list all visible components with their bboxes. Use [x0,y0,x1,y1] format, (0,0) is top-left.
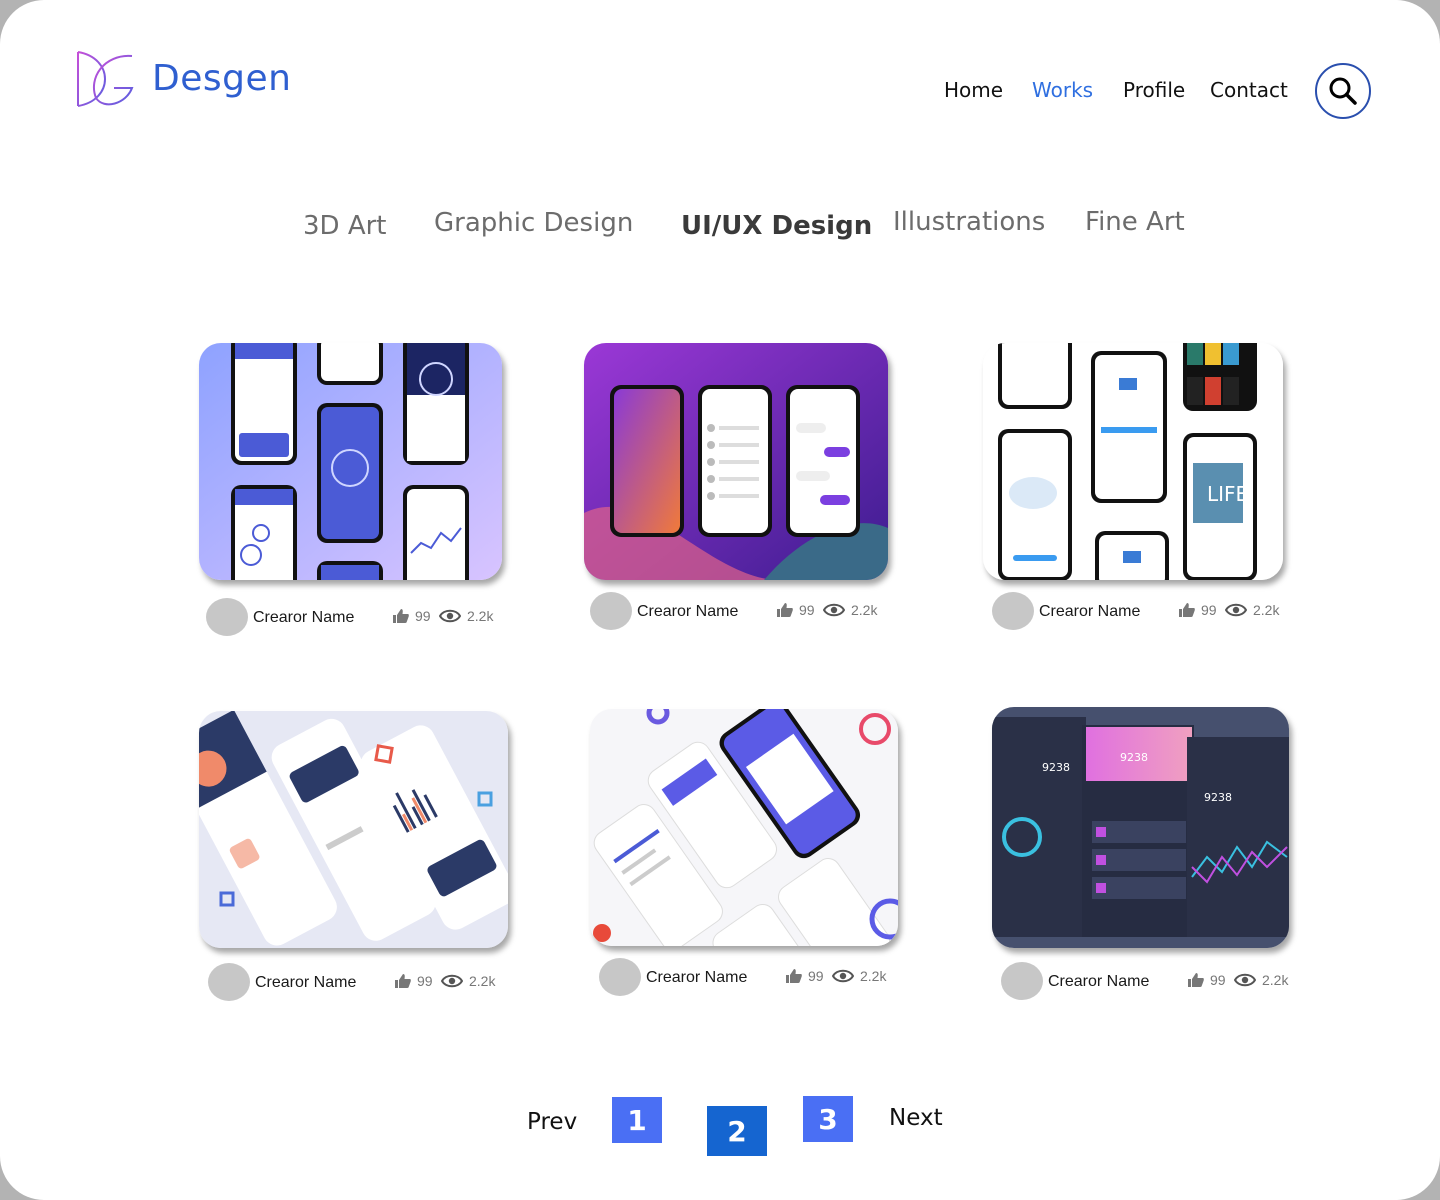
thumbs-up-icon [395,974,411,988]
avatar[interactable] [206,598,248,636]
avatar[interactable] [599,958,641,996]
page-2-button[interactable]: 2 [707,1106,767,1156]
likes-stat[interactable]: 99 [393,608,431,624]
creator-name[interactable]: Crearor Name [255,974,356,992]
tab-graphic-design[interactable]: Graphic Design [434,208,633,238]
page-1-button[interactable]: 1 [612,1097,662,1143]
card-meta: Crearor Name 99 2.2k [599,958,899,998]
avatar[interactable] [992,592,1034,630]
payment-cards-preview [199,711,508,948]
card-meta: Crearor Name 99 2.2k [208,963,508,1003]
prev-button[interactable]: Prev [527,1109,577,1135]
views-count: 2.2k [467,608,494,624]
views-stat: 2.2k [1234,972,1288,988]
card-thumbnail[interactable] [584,343,888,580]
thumbs-up-icon [777,603,793,617]
thumbs-up-icon [1188,973,1204,987]
card-thumbnail[interactable]: 9238 9238 9238 [992,707,1289,948]
avatar[interactable] [208,963,250,1001]
creator-name[interactable]: Crearor Name [1039,603,1140,621]
likes-stat[interactable]: 99 [786,968,824,984]
likes-stat[interactable]: 99 [777,602,815,618]
views-stat: 2.2k [439,608,493,624]
page-3-button[interactable]: 3 [803,1096,853,1142]
thumbs-up-icon [1179,603,1195,617]
eye-icon [441,974,463,988]
thumbs-up-icon [786,969,802,983]
card-meta: Crearor Name 99 2.2k [1001,962,1301,1002]
tab-fine-art[interactable]: Fine Art [1085,207,1185,237]
page-frame: Desgen Home Works Profile Contact 3D Art… [0,0,1440,1200]
views-stat: 2.2k [823,602,877,618]
nav-profile[interactable]: Profile [1123,78,1185,102]
banking-app-preview [199,343,502,580]
thumbs-up-icon [393,609,409,623]
creator-name[interactable]: Crearor Name [637,603,738,621]
eye-icon [1234,973,1256,987]
svg-text:9238: 9238 [1120,751,1148,764]
svg-text:LIFE: LIFE [1207,482,1248,506]
views-count: 2.2k [1253,602,1280,618]
likes-stat[interactable]: 99 [1188,972,1226,988]
task-app-preview [590,709,898,946]
search-icon [1329,77,1357,105]
views-count: 2.2k [1262,972,1289,988]
nav-works[interactable]: Works [1032,78,1093,102]
likes-stat[interactable]: 99 [1179,602,1217,618]
views-count: 2.2k [851,602,878,618]
likes-stat[interactable]: 99 [395,973,433,989]
avatar[interactable] [590,592,632,630]
book-app-preview: LIFE [983,343,1283,580]
svg-text:9238: 9238 [1204,791,1232,804]
likes-count: 99 [415,608,431,624]
views-stat: 2.2k [832,968,886,984]
nav-home[interactable]: Home [944,78,1003,102]
card-thumbnail[interactable] [199,343,502,580]
views-stat: 2.2k [1225,602,1279,618]
card-meta: Crearor Name 99 2.2k [206,598,506,638]
likes-count: 99 [417,973,433,989]
chatroom-app-preview [584,343,888,580]
dark-wallet-preview: 9238 9238 9238 [992,707,1289,948]
eye-icon [823,603,845,617]
likes-count: 99 [1210,972,1226,988]
likes-count: 99 [1201,602,1217,618]
creator-name[interactable]: Crearor Name [253,609,354,627]
eye-icon [832,969,854,983]
card-thumbnail[interactable] [590,709,898,946]
card-meta: Crearor Name 99 2.2k [590,592,890,632]
next-button[interactable]: Next [889,1105,943,1131]
eye-icon [439,609,461,623]
card-thumbnail[interactable] [199,711,508,948]
svg-text:9238: 9238 [1042,761,1070,774]
tab-ui-ux-design[interactable]: UI/UX Design [681,211,872,241]
views-stat: 2.2k [441,973,495,989]
main-nav: Home Works Profile Contact [0,78,1440,108]
views-count: 2.2k [860,968,887,984]
views-count: 2.2k [469,973,496,989]
likes-count: 99 [808,968,824,984]
nav-contact[interactable]: Contact [1210,78,1288,102]
eye-icon [1225,603,1247,617]
tab-illustrations[interactable]: Illustrations [893,207,1045,237]
creator-name[interactable]: Crearor Name [1048,973,1149,991]
search-button[interactable] [1315,63,1371,119]
avatar[interactable] [1001,962,1043,1000]
likes-count: 99 [799,602,815,618]
card-meta: Crearor Name 99 2.2k [992,592,1292,632]
creator-name[interactable]: Crearor Name [646,969,747,987]
card-thumbnail[interactable]: LIFE [983,343,1283,580]
tab-3d-art[interactable]: 3D Art [303,211,387,241]
